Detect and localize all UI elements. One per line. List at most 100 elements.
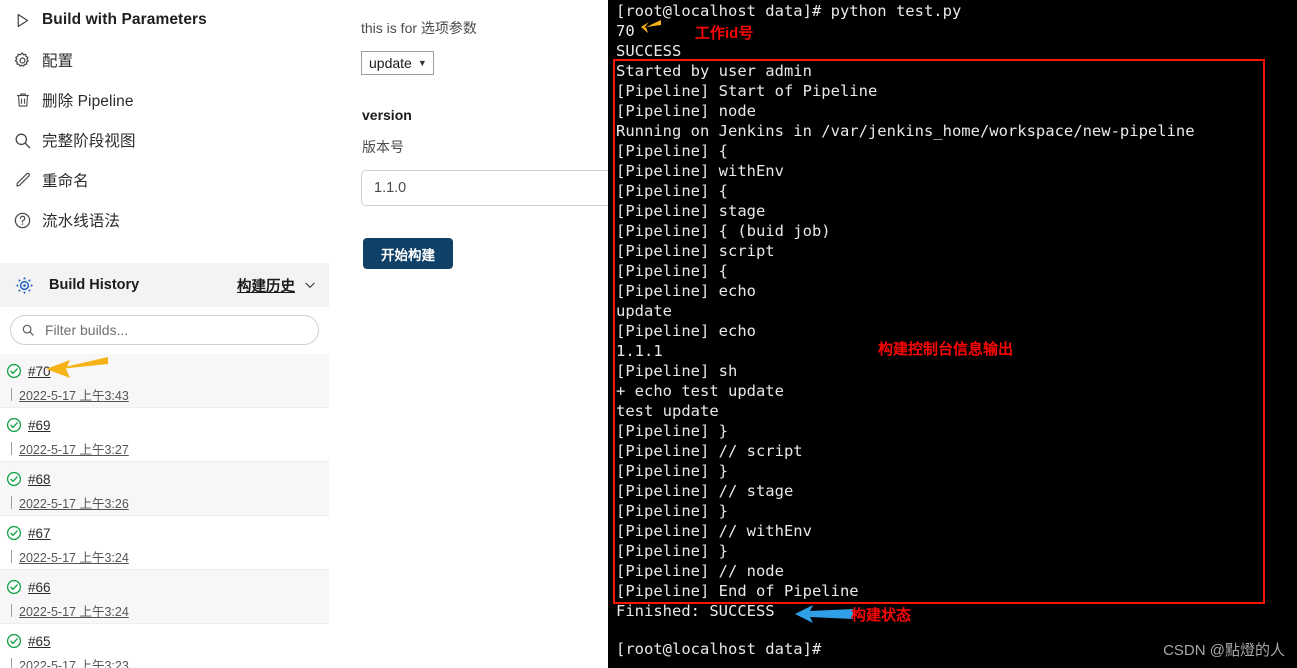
- menu-item-label: 重命名: [42, 173, 89, 190]
- start-build-button[interactable]: 开始构建: [363, 238, 453, 269]
- build-history-title: Build History: [49, 277, 140, 293]
- pencil-icon: [12, 170, 33, 191]
- menu-item-build-with-parameters[interactable]: Build with Parameters: [0, 0, 329, 40]
- log-line: [Pipeline] }: [616, 422, 728, 440]
- chevron-down-icon: ▼: [417, 57, 427, 68]
- select-value: update: [369, 55, 412, 71]
- build-row[interactable]: #70 2022-5-17 上午3:43: [0, 354, 329, 408]
- build-row-header: #67: [6, 521, 329, 545]
- build-row[interactable]: #66 2022-5-17 上午3:24: [0, 570, 329, 624]
- finished-status-line: Finished: SUCCESS: [616, 602, 775, 620]
- log-line: [Pipeline] stage: [616, 202, 766, 220]
- terminal-console[interactable]: [root@localhost data]# python test.py 70…: [608, 0, 1297, 668]
- log-line: [Pipeline] sh: [616, 362, 738, 380]
- log-line: [Pipeline] {: [616, 182, 728, 200]
- build-row-header: #66: [6, 575, 329, 599]
- build-filter-box[interactable]: [10, 314, 319, 345]
- build-number-link[interactable]: #66: [28, 580, 51, 595]
- build-date-link[interactable]: 2022-5-17 上午3:27: [19, 439, 129, 458]
- build-date-line: 2022-5-17 上午3:26: [6, 491, 329, 513]
- build-row-header: #69: [6, 413, 329, 437]
- divider: [11, 657, 12, 668]
- log-line: [Pipeline] withEnv: [616, 162, 784, 180]
- trash-icon: [12, 90, 33, 111]
- build-filter-container: [0, 307, 329, 352]
- success-check-icon: [6, 579, 22, 595]
- menu-item-pipeline-syntax[interactable]: 流水线语法: [0, 200, 329, 240]
- build-date-link[interactable]: 2022-5-17 上午3:24: [19, 547, 129, 566]
- build-date-line: 2022-5-17 上午3:43: [6, 383, 329, 405]
- divider: [11, 549, 12, 563]
- gear-icon: [12, 50, 33, 71]
- build-row-header: #70: [6, 359, 329, 383]
- jenkins-weather-icon: [13, 274, 35, 296]
- log-line: + echo test update: [616, 382, 784, 400]
- divider: [11, 603, 12, 617]
- search-icon: [21, 323, 35, 337]
- build-number-link[interactable]: #68: [28, 472, 51, 487]
- play-triangle-icon: [12, 10, 33, 31]
- success-check-icon: [6, 363, 22, 379]
- menu-item-label: 配置: [42, 53, 74, 70]
- build-filter-input[interactable]: [43, 320, 308, 339]
- build-date-link[interactable]: 2022-5-17 上午3:26: [19, 493, 129, 512]
- version-input[interactable]: [361, 170, 623, 206]
- job-id-annotation: 工作id号: [695, 25, 754, 42]
- success-check-icon: [6, 525, 22, 541]
- success-check-icon: [6, 471, 22, 487]
- build-row-header: #65: [6, 629, 329, 653]
- menu-item-delete-pipeline[interactable]: 删除 Pipeline: [0, 80, 329, 120]
- update-param-select[interactable]: update ▼: [361, 51, 434, 75]
- divider: [11, 387, 12, 401]
- log-line: [Pipeline] {: [616, 262, 728, 280]
- build-number-link[interactable]: #69: [28, 418, 51, 433]
- build-number-link[interactable]: #65: [28, 634, 51, 649]
- blue-arrow-annotation: [795, 605, 853, 623]
- build-history-list: #70 2022-5-17 上午3:43 #69 2022-5-17 上午3:2…: [0, 354, 329, 668]
- terminal-prompt-line: [root@localhost data]# python test.py: [616, 2, 962, 20]
- log-line: test update: [616, 402, 719, 420]
- menu-item-configure[interactable]: 配置: [0, 40, 329, 80]
- log-line: [Pipeline] }: [616, 542, 728, 560]
- log-line: update: [616, 302, 672, 320]
- build-row-header: #68: [6, 467, 329, 491]
- build-date-line: 2022-5-17 上午3:24: [6, 599, 329, 621]
- build-row[interactable]: #68 2022-5-17 上午3:26: [0, 462, 329, 516]
- log-line: [Pipeline] { (buid job): [616, 222, 831, 240]
- jenkins-build-page: Build with Parameters 配置 删除 Pipeline 完整阶…: [0, 0, 1297, 668]
- menu-item-label: Build with Parameters: [42, 11, 207, 28]
- build-history-actions: 构建历史: [237, 275, 317, 296]
- build-date-link[interactable]: 2022-5-17 上午3:43: [19, 385, 129, 404]
- build-row[interactable]: #65 2022-5-17 上午3:23: [0, 624, 329, 668]
- menu-item-label: 删除 Pipeline: [42, 93, 134, 110]
- terminal-job-id: 70: [616, 22, 635, 40]
- log-line: [Pipeline] Start of Pipeline: [616, 82, 878, 100]
- log-line: [Pipeline] {: [616, 142, 728, 160]
- log-line: [Pipeline] script: [616, 242, 775, 260]
- build-number-link[interactable]: #70: [28, 364, 51, 379]
- divider: [11, 441, 12, 455]
- terminal-status-word: SUCCESS: [616, 42, 682, 60]
- menu-item-full-stage-view[interactable]: 完整阶段视图: [0, 120, 329, 160]
- build-date-link[interactable]: 2022-5-17 上午3:24: [19, 601, 129, 620]
- success-check-icon: [6, 633, 22, 649]
- build-date-link[interactable]: 2022-5-17 上午3:23: [19, 655, 129, 668]
- chevron-down-icon[interactable]: [303, 278, 317, 292]
- build-history-title-cn[interactable]: 构建历史: [237, 275, 295, 296]
- log-line: 1.1.1: [616, 342, 663, 360]
- log-line: [Pipeline] // withEnv: [616, 522, 812, 540]
- build-number-link[interactable]: #67: [28, 526, 51, 541]
- divider: [11, 495, 12, 509]
- terminal-bottom-prompt: [root@localhost data]#: [616, 640, 831, 658]
- watermark-text: CSDN @點燈的人: [1163, 642, 1285, 659]
- build-row[interactable]: #69 2022-5-17 上午3:27: [0, 408, 329, 462]
- orange-arrow-job-id: [641, 20, 661, 33]
- menu-item-rename[interactable]: 重命名: [0, 160, 329, 200]
- log-line: [Pipeline] End of Pipeline: [616, 582, 859, 600]
- param-description: this is for 选项参数: [361, 20, 477, 36]
- console-output-annotation: 构建控制台信息输出: [878, 341, 1014, 358]
- question-circle-icon: [12, 210, 33, 231]
- log-line: [Pipeline] echo: [616, 322, 756, 340]
- log-line: Running on Jenkins in /var/jenkins_home/…: [616, 122, 1195, 140]
- build-row[interactable]: #67 2022-5-17 上午3:24: [0, 516, 329, 570]
